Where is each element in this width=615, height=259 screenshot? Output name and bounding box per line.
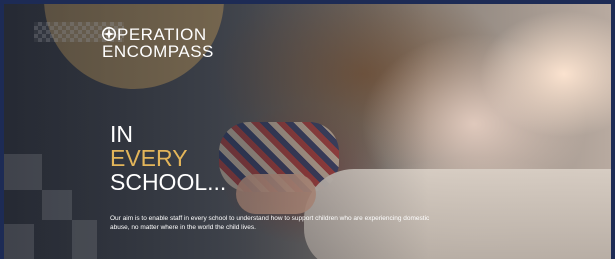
site-logo[interactable]: PERATION ENCOMPASS — [102, 26, 214, 60]
hero-banner: PERATION ENCOMPASS IN EVERY SCHOOL... Ou… — [4, 4, 611, 259]
logo-line-2: ENCOMPASS — [102, 42, 214, 61]
hero-headline: IN EVERY SCHOOL... — [110, 122, 226, 194]
headline-line-2: EVERY — [110, 145, 188, 171]
compass-icon — [102, 27, 116, 41]
hero-description: Our aim is to enable staff in every scho… — [110, 215, 430, 231]
page-frame: PERATION ENCOMPASS IN EVERY SCHOOL... Ou… — [0, 0, 615, 259]
headline-line-3: SCHOOL... — [110, 169, 227, 195]
headline-line-1: IN — [110, 121, 133, 147]
